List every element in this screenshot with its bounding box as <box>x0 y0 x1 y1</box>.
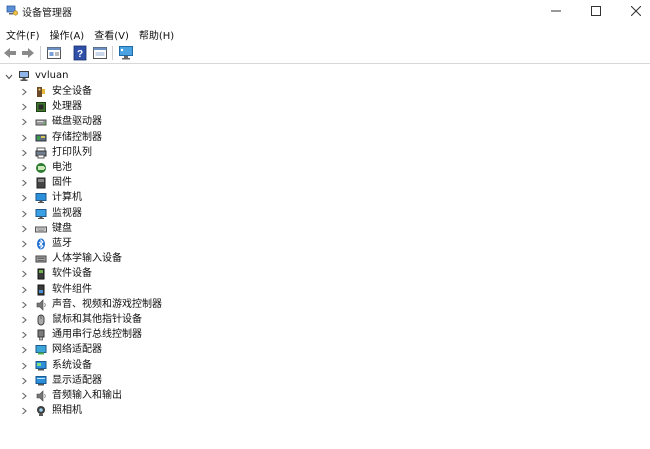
tree-category-label[interactable]: 监视器 <box>52 208 82 220</box>
help-icon[interactable]: ? <box>72 45 88 61</box>
toolbar-separator <box>112 46 113 60</box>
system-device-icon <box>35 360 47 371</box>
tree-category-label[interactable]: 打印队列 <box>52 147 92 159</box>
expand-chevron-icon[interactable] <box>20 407 28 415</box>
audio-io-icon <box>36 390 46 402</box>
expand-chevron-icon[interactable] <box>20 362 28 370</box>
sound-icon <box>36 299 46 311</box>
minimize-icon <box>551 10 561 12</box>
properties-icon[interactable] <box>46 45 62 61</box>
window-title: 设备管理器 <box>22 8 72 19</box>
camera-icon <box>37 406 45 417</box>
usb-icon <box>37 329 45 341</box>
tree-category-label[interactable]: 计算机 <box>52 192 82 204</box>
computer-root-icon <box>19 71 29 81</box>
minimize-button[interactable] <box>534 0 578 22</box>
monitor-icon <box>35 208 47 219</box>
tree-category-label[interactable]: 安全设备 <box>52 86 92 98</box>
keyboard-icon <box>35 226 47 233</box>
expand-chevron-icon[interactable] <box>20 377 28 385</box>
expand-chevron-icon[interactable] <box>20 225 28 233</box>
maximize-button[interactable] <box>574 0 618 22</box>
expand-chevron-icon[interactable] <box>20 270 28 278</box>
expand-chevron-icon[interactable] <box>20 149 28 157</box>
expand-chevron-icon[interactable] <box>20 103 28 111</box>
device-manager-window: 设备管理器 文件(F) 操作(A) 查看(V) 帮助(H) ? vvluan 安… <box>0 0 650 449</box>
tree-category-label[interactable]: 蓝牙 <box>52 238 72 250</box>
expand-chevron-icon[interactable] <box>20 286 28 294</box>
tree-root-label[interactable]: vvluan <box>35 70 68 82</box>
expand-chevron-icon[interactable] <box>20 301 28 309</box>
close-icon <box>631 6 641 16</box>
disk-drive-icon <box>35 119 47 126</box>
tree-category-label[interactable]: 音频输入和输出 <box>52 390 122 402</box>
show-hidden-icon[interactable] <box>92 45 108 61</box>
expand-chevron-icon[interactable] <box>20 194 28 202</box>
title-bar[interactable]: 设备管理器 <box>0 0 650 22</box>
expand-chevron-icon[interactable] <box>20 210 28 218</box>
maximize-icon <box>591 6 601 16</box>
tree-category-label[interactable]: 键盘 <box>52 223 72 235</box>
software-component-icon <box>37 284 45 296</box>
expand-chevron-icon[interactable] <box>20 134 28 142</box>
expand-chevron-icon[interactable] <box>20 164 28 172</box>
expand-chevron-icon[interactable] <box>20 392 28 400</box>
firmware-icon <box>36 177 46 189</box>
storage-controller-icon <box>35 134 47 142</box>
toolbar-separator <box>40 46 41 60</box>
device-manager-app-icon <box>6 5 18 16</box>
security-device-icon <box>37 87 45 97</box>
expand-chevron-icon[interactable] <box>20 118 28 126</box>
expand-chevron-icon[interactable] <box>20 316 28 324</box>
mouse-icon <box>37 314 45 326</box>
bluetooth-icon <box>37 238 45 250</box>
menu-help[interactable]: 帮助(H) <box>134 24 179 42</box>
expand-chevron-icon[interactable] <box>20 255 28 263</box>
tree-category-label[interactable]: 鼠标和其他指针设备 <box>52 314 142 326</box>
tree-category-label[interactable]: 通用串行总线控制器 <box>52 329 142 341</box>
tree-category-label[interactable]: 存储控制器 <box>52 132 102 144</box>
network-adapter-icon <box>35 345 47 355</box>
expand-chevron-icon[interactable] <box>20 240 28 248</box>
tree-category-label[interactable]: 人体学输入设备 <box>52 253 122 265</box>
tree-category-label[interactable]: 处理器 <box>52 101 82 113</box>
tree-category-label[interactable]: 固件 <box>52 177 72 189</box>
tree-category-label[interactable]: 软件组件 <box>52 284 92 296</box>
tree-category-label[interactable]: 显示适配器 <box>52 375 102 387</box>
expand-chevron-icon[interactable] <box>20 346 28 354</box>
software-device-icon <box>37 268 45 280</box>
hid-icon <box>35 255 47 263</box>
menu-bar: 文件(F) 操作(A) 查看(V) 帮助(H) <box>0 24 650 42</box>
expand-chevron-icon[interactable] <box>20 331 28 339</box>
menu-file[interactable]: 文件(F) <box>0 24 45 42</box>
tree-category-label[interactable]: 磁盘驱动器 <box>52 116 102 128</box>
back-arrow-icon[interactable] <box>2 45 18 61</box>
menu-action[interactable]: 操作(A) <box>45 24 90 42</box>
menu-view[interactable]: 查看(V) <box>89 24 134 42</box>
scan-hardware-icon[interactable] <box>118 45 134 61</box>
tree-category-label[interactable]: 照相机 <box>52 405 82 417</box>
display-adapter-icon <box>35 375 47 386</box>
tree-category-label[interactable]: 软件设备 <box>52 268 92 280</box>
collapse-chevron-icon[interactable] <box>5 73 13 81</box>
close-button[interactable] <box>614 0 650 22</box>
computer-icon <box>35 193 47 204</box>
processor-icon <box>36 102 46 113</box>
tree-category-label[interactable]: 系统设备 <box>52 360 92 372</box>
toolbar: ? <box>0 42 650 64</box>
print-queue-icon <box>35 147 47 159</box>
tree-category-label[interactable]: 网络适配器 <box>52 344 102 356</box>
tree-category-label[interactable]: 电池 <box>52 162 72 174</box>
device-tree[interactable]: vvluan 安全设备处理器磁盘驱动器存储控制器打印队列电池固件计算机监视器键盘… <box>0 66 650 449</box>
svg-text:?: ? <box>77 49 83 60</box>
tree-category-label[interactable]: 声音、视频和游戏控制器 <box>52 299 162 311</box>
forward-arrow-icon[interactable] <box>20 45 36 61</box>
expand-chevron-icon[interactable] <box>20 179 28 187</box>
battery-icon <box>36 163 46 173</box>
expand-chevron-icon[interactable] <box>20 88 28 96</box>
